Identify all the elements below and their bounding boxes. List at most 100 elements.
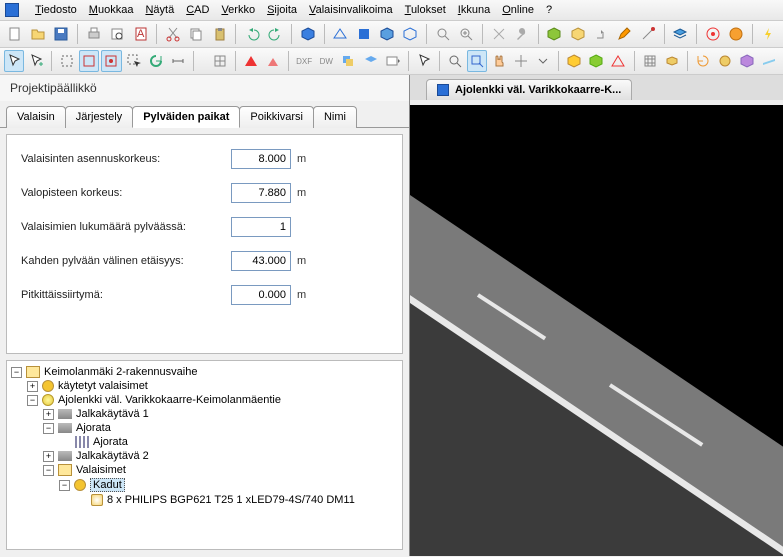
cube-sml-icon[interactable] (662, 50, 682, 72)
select-rect-red-icon[interactable] (79, 50, 99, 72)
menu-nayta[interactable]: Näytä (145, 4, 174, 16)
menu-online[interactable]: Online (502, 4, 534, 16)
toggle-icon[interactable]: − (59, 480, 70, 491)
input-pylvaan-etaisyys[interactable] (231, 251, 291, 271)
cut-icon[interactable] (162, 23, 183, 45)
menu-cad[interactable]: CAD (186, 4, 209, 16)
refresh-green-icon[interactable] (146, 50, 166, 72)
layer2-icon[interactable] (338, 50, 358, 72)
toggle-icon[interactable]: − (11, 367, 22, 378)
dropdown2-icon[interactable] (533, 50, 553, 72)
menu-tiedosto[interactable]: Tiedosto (35, 4, 77, 16)
cube-green-icon[interactable] (544, 23, 565, 45)
print-icon[interactable] (83, 23, 104, 45)
pdf-icon[interactable]: A (130, 23, 151, 45)
tree-item[interactable]: + käytetyt valaisimet (11, 379, 398, 393)
cube3-icon[interactable] (400, 23, 421, 45)
needle-icon[interactable] (637, 23, 658, 45)
wrench-icon[interactable] (511, 23, 532, 45)
paste-icon[interactable] (209, 23, 230, 45)
cursor2-icon[interactable] (414, 50, 434, 72)
select-rect-icon[interactable] (57, 50, 77, 72)
tree-root[interactable]: − Keimolanmäki 2-rakennusvaihe (11, 365, 398, 379)
input-valopisteen-korkeus[interactable] (231, 183, 291, 203)
select-point-icon[interactable] (101, 50, 121, 72)
measure-icon[interactable] (168, 50, 188, 72)
input-lukumaara[interactable] (231, 217, 291, 237)
zoom-rect-icon[interactable] (467, 50, 487, 72)
lightning-icon[interactable] (758, 23, 779, 45)
toggle-icon[interactable]: + (27, 381, 38, 392)
dwg-icon[interactable]: DW (316, 50, 336, 72)
grid-icon[interactable] (210, 50, 230, 72)
toggle-icon[interactable]: − (43, 423, 54, 434)
cursor-arrow-icon[interactable] (4, 50, 24, 72)
cube-green2-icon[interactable] (586, 50, 606, 72)
search-plus-icon[interactable] (455, 23, 476, 45)
undo-icon[interactable] (241, 23, 262, 45)
dropdown-icon[interactable] (383, 50, 403, 72)
tree-item[interactable]: + Jalkakäytävä 2 (11, 449, 398, 463)
layers-icon[interactable] (669, 23, 690, 45)
tab-jarjestely[interactable]: Järjestely (65, 106, 133, 128)
square-blue-icon[interactable] (353, 23, 374, 45)
print-preview-icon[interactable] (107, 23, 128, 45)
copy-icon[interactable] (186, 23, 207, 45)
menu-muokkaa[interactable]: Muokkaa (89, 4, 134, 16)
zoom-icon[interactable] (445, 50, 465, 72)
save-icon[interactable] (51, 23, 72, 45)
input-asennuskorkeus[interactable] (231, 149, 291, 169)
open-folder-icon[interactable] (27, 23, 48, 45)
tree-item[interactable]: 8 x PHILIPS BGP621 T25 1 xLED79-4S/740 D… (11, 493, 398, 507)
project-tree[interactable]: − Keimolanmäki 2-rakennusvaihe + käytety… (6, 360, 403, 550)
tree-item[interactable]: Ajorata (11, 435, 398, 449)
layer3-icon[interactable] (360, 50, 380, 72)
viewport-3d[interactable] (410, 105, 783, 556)
globe-icon[interactable] (725, 23, 746, 45)
sphere-icon[interactable] (715, 50, 735, 72)
search-icon[interactable] (432, 23, 453, 45)
tab-pylvaiden-paikat[interactable]: Pylväiden paikat (132, 106, 240, 128)
menu-valaisinvalikoima[interactable]: Valaisinvalikoima (309, 4, 393, 16)
triangle-red-icon[interactable] (241, 50, 261, 72)
tree-item[interactable]: − Ajolenkki väl. Varikkokaarre-Keimolanm… (11, 393, 398, 407)
menu-verkko[interactable]: Verkko (221, 4, 255, 16)
target-icon[interactable] (702, 23, 723, 45)
cube-blue-icon[interactable] (297, 23, 318, 45)
axis-icon[interactable] (511, 50, 531, 72)
select-cursor-icon[interactable] (124, 50, 144, 72)
toggle-icon[interactable]: − (43, 465, 54, 476)
tab-nimi[interactable]: Nimi (313, 106, 357, 128)
tree-item[interactable]: + Jalkakäytävä 1 (11, 407, 398, 421)
menu-ikkuna[interactable]: Ikkuna (458, 4, 490, 16)
hand-icon[interactable] (489, 50, 509, 72)
tree-item-selected[interactable]: − Kadut (11, 477, 398, 493)
perspective-icon[interactable] (330, 23, 351, 45)
triangle2-icon[interactable] (608, 50, 628, 72)
toggle-icon[interactable]: + (43, 409, 54, 420)
triangle-small-icon[interactable] (263, 50, 283, 72)
tree-item[interactable]: − Ajorata (11, 421, 398, 435)
cube-yellow-icon[interactable] (567, 23, 588, 45)
input-pitkittaissiirtyma[interactable] (231, 285, 291, 305)
toggle-icon[interactable]: + (43, 451, 54, 462)
toggle-icon[interactable]: − (27, 395, 38, 406)
tab-valaisin[interactable]: Valaisin (6, 106, 66, 128)
pencil-icon[interactable] (614, 23, 635, 45)
doc-tab[interactable]: Ajolenkki väl. Varikkokaarre-K... (426, 79, 632, 100)
cursor-plus-icon[interactable] (26, 50, 46, 72)
arrow-angle-icon[interactable] (590, 23, 611, 45)
rotate-icon[interactable] (693, 50, 713, 72)
redo-icon[interactable] (265, 23, 286, 45)
cube2-icon[interactable] (376, 23, 397, 45)
tree-item[interactable]: − Valaisimet (11, 463, 398, 477)
cube-purple-icon[interactable] (737, 50, 757, 72)
menu-sijoita[interactable]: Sijoita (267, 4, 297, 16)
menu-help[interactable]: ? (546, 4, 552, 16)
cut2-icon[interactable] (488, 23, 509, 45)
plane-icon[interactable] (759, 50, 779, 72)
menu-tulokset[interactable]: Tulokset (405, 4, 446, 16)
cube-yellow2-icon[interactable] (564, 50, 584, 72)
new-file-icon[interactable] (4, 23, 25, 45)
tab-poikkivarsi[interactable]: Poikkivarsi (239, 106, 314, 128)
